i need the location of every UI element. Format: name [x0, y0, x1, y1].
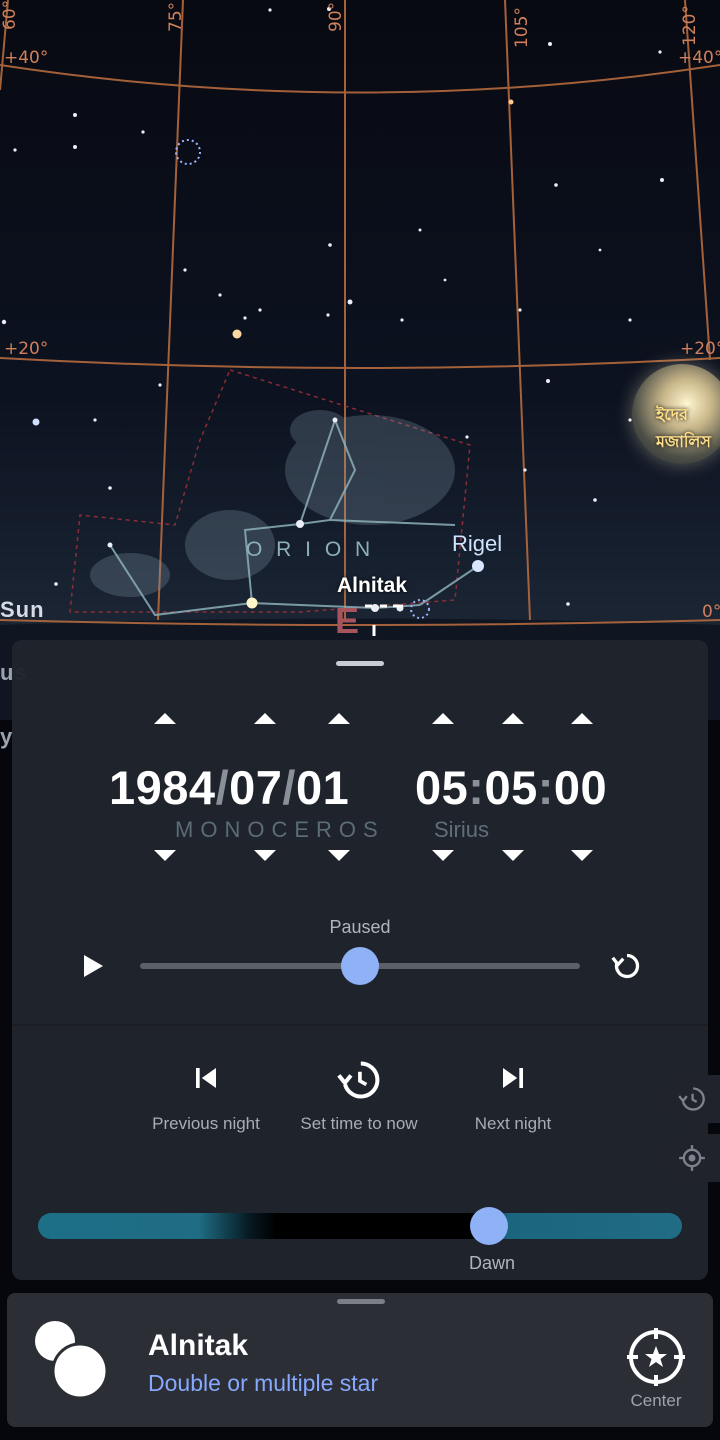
previous-night-button[interactable]: Previous night — [131, 1058, 281, 1134]
hour-value[interactable]: 05 — [415, 761, 468, 814]
date-separator: / — [282, 761, 296, 814]
planet-label-sun[interactable]: Sun — [0, 597, 45, 623]
time-panel: MONOCEROS Sirius 1984/07/01 05:05:00 Pau… — [12, 640, 708, 1280]
month-value[interactable]: 07 — [229, 761, 282, 814]
locate-fab[interactable] — [664, 1134, 720, 1182]
selected-star-label[interactable]: Alnitak — [337, 574, 407, 598]
skip-previous-icon — [196, 1068, 216, 1088]
center-target-icon[interactable] — [626, 1327, 686, 1387]
history-icon — [337, 1061, 380, 1099]
history-fab[interactable] — [664, 1075, 720, 1123]
bg-constellation-label: MONOCEROS — [175, 817, 385, 842]
grid-label-ra: 75° — [166, 1, 186, 32]
day-phase-slider[interactable] — [38, 1213, 682, 1239]
object-name: Alnitak — [148, 1329, 249, 1362]
day-down-arrow[interactable] — [328, 850, 350, 861]
year-down-arrow[interactable] — [154, 850, 176, 861]
second-value[interactable]: 00 — [554, 761, 607, 814]
hour-up-arrow[interactable] — [432, 713, 454, 724]
second-down-arrow[interactable] — [571, 850, 593, 861]
minute-up-arrow[interactable] — [502, 713, 524, 724]
sky-canvas — [0, 0, 720, 720]
reset-speed-icon[interactable] — [609, 948, 645, 984]
history-icon — [678, 1087, 705, 1111]
year-up-arrow[interactable] — [154, 713, 176, 724]
center-label: Center — [630, 1391, 682, 1410]
minute-down-arrow[interactable] — [502, 850, 524, 861]
card-drag-handle[interactable] — [337, 1299, 385, 1304]
day-value[interactable]: 01 — [296, 761, 349, 814]
play-icon[interactable] — [84, 955, 103, 977]
day-phase-thumb[interactable] — [469, 1207, 508, 1245]
crosshair-icon — [679, 1145, 705, 1171]
day-phase-label: Dawn — [468, 1253, 516, 1273]
playback-status: Paused — [329, 917, 391, 937]
grid-label-dec: +40° — [4, 48, 49, 68]
date-display: 1984/07/01 — [109, 760, 349, 815]
star-label-rigel[interactable]: Rigel — [452, 531, 502, 557]
constellation-label[interactable]: O R I O N — [246, 538, 374, 562]
minute-value[interactable]: 05 — [484, 761, 537, 814]
grid-label-dec: +20° — [4, 339, 49, 359]
second-up-arrow[interactable] — [571, 713, 593, 724]
date-separator: / — [215, 761, 230, 814]
month-up-arrow[interactable] — [254, 713, 276, 724]
previous-night-label: Previous night — [152, 1114, 260, 1133]
time-display: 05:05:00 — [415, 760, 607, 815]
event-widget-text: ইদের মজালিস — [656, 407, 711, 451]
speed-slider-thumb[interactable] — [341, 947, 379, 985]
object-info-card[interactable]: Alnitak Double or multiple star Center — [7, 1293, 713, 1427]
object-type: Double or multiple star — [148, 1370, 379, 1396]
month-down-arrow[interactable] — [254, 850, 276, 861]
double-star-icon — [35, 1321, 109, 1399]
year-value[interactable]: 1984 — [109, 761, 216, 814]
set-time-now-label: Set time to now — [300, 1114, 418, 1133]
grid-label-ra: 90° — [326, 1, 346, 32]
grid-label-ra: 105° — [512, 7, 532, 48]
time-separator: : — [537, 761, 554, 814]
next-night-button[interactable]: Next night — [438, 1058, 588, 1134]
grid-label-ra: 120° — [680, 5, 700, 46]
hour-down-arrow[interactable] — [432, 850, 454, 861]
skip-next-icon — [503, 1068, 523, 1088]
sky-view[interactable]: 75° 90° 105° 120° 60° +40° +40° +20° +20… — [0, 0, 720, 749]
panel-drag-handle[interactable] — [336, 661, 384, 666]
section-divider — [12, 1024, 708, 1026]
grid-label-dec: +40° — [678, 48, 720, 68]
grid-label-dec: 0° — [702, 602, 720, 622]
time-separator: : — [468, 761, 485, 814]
next-night-label: Next night — [474, 1114, 552, 1133]
day-up-arrow[interactable] — [328, 713, 350, 724]
compass-east: E — [335, 600, 360, 641]
set-time-now-button[interactable]: Set time to now — [284, 1058, 434, 1134]
bg-star-label: Sirius — [434, 817, 490, 842]
grid-label-dec: +20° — [680, 339, 720, 359]
grid-label-ra: 60° — [0, 0, 20, 30]
